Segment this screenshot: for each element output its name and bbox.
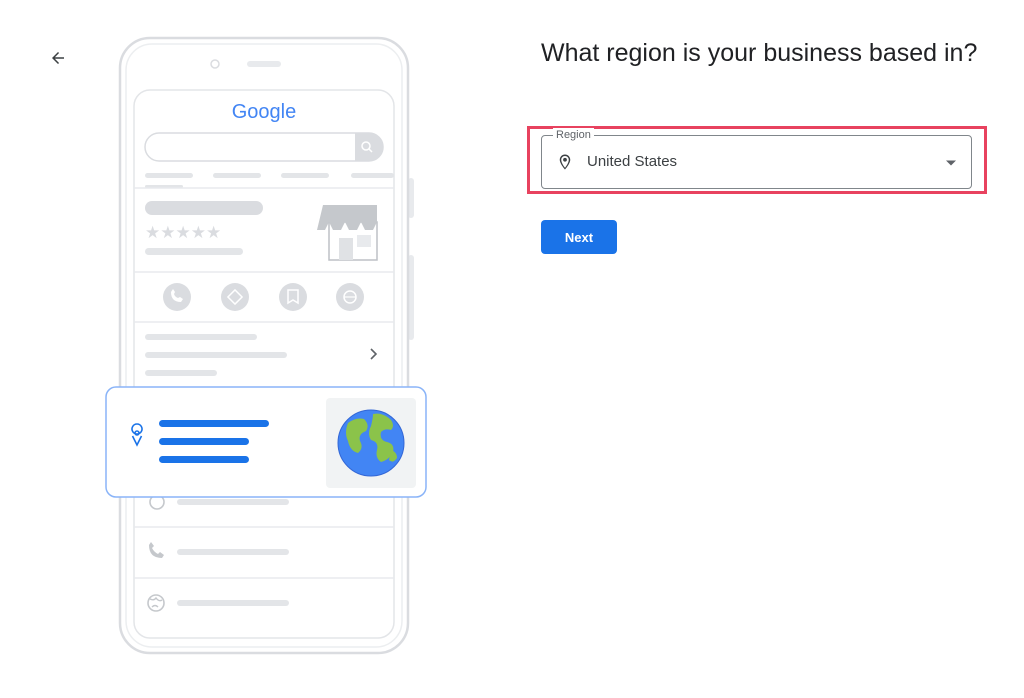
arrow-left-icon — [52, 52, 64, 64]
save-action-icon — [279, 283, 307, 311]
next-button[interactable]: Next — [541, 220, 617, 254]
region-value: United States — [587, 153, 678, 170]
region-label: Region — [553, 128, 594, 142]
stars-graphic: ★★★★★ — [145, 223, 221, 243]
search-bar-graphic — [144, 132, 384, 162]
directions-action-icon — [221, 283, 249, 311]
back-button[interactable] — [44, 44, 72, 72]
phone-illustration: Google ★★★★★ — [95, 30, 435, 660]
phone-screen — [133, 89, 395, 639]
phone-action-icon — [163, 283, 191, 311]
google-logo: Google — [232, 101, 297, 123]
speaker-slot — [247, 61, 281, 67]
region-select[interactable]: Region United States — [541, 128, 972, 189]
page-title: What region is your business based in? — [541, 39, 978, 67]
dropdown-arrow-icon — [946, 160, 956, 166]
location-pin-icon — [559, 154, 571, 170]
globe-icon — [337, 409, 405, 477]
